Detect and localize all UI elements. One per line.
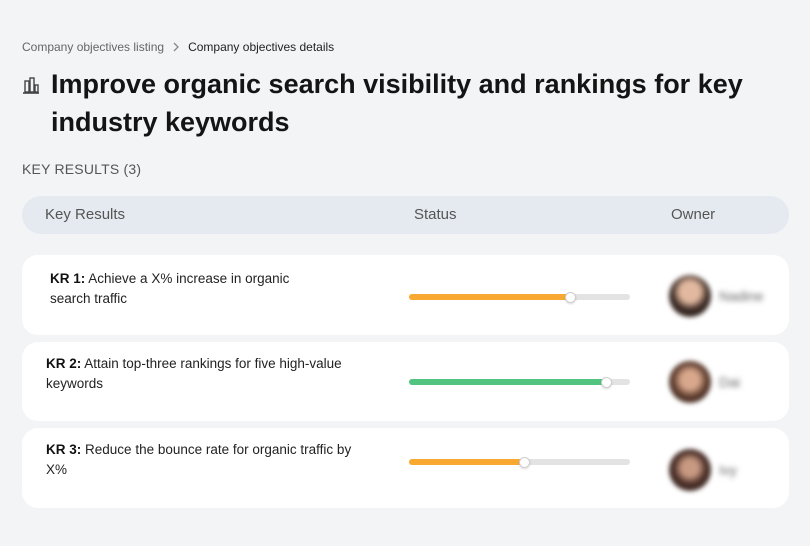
owner-name: Dai: [719, 374, 741, 390]
column-header-owner: Owner: [671, 206, 716, 223]
owner-name: Ivy: [719, 462, 737, 478]
chevron-right-icon: [172, 42, 180, 52]
progress-fill: [409, 294, 571, 300]
owner-name: Nadine: [719, 288, 764, 304]
key-result-row[interactable]: KR 3: Reduce the bounce rate for organic…: [22, 428, 789, 508]
key-result-text: KR 1: Achieve a X% increase in organic s…: [50, 269, 330, 309]
progress-fill: [409, 379, 606, 385]
progress-bar: [409, 292, 630, 303]
breadcrumb-current: Company objectives details: [188, 40, 335, 54]
key-result-description: Attain top-three rankings for five high-…: [46, 356, 342, 391]
progress-handle[interactable]: [565, 292, 577, 303]
progress-fill: [409, 459, 524, 465]
breadcrumb: Company objectives listing Company objec…: [22, 40, 334, 54]
key-result-text: KR 2: Attain top-three rankings for five…: [46, 354, 376, 394]
key-result-description: Reduce the bounce rate for organic traff…: [46, 442, 352, 477]
key-result-prefix: KR 3:: [46, 442, 82, 457]
building-chart-icon: [22, 75, 42, 95]
table-header: Key Results Status Owner: [22, 196, 789, 234]
column-header-key-results: Key Results: [45, 206, 126, 223]
column-header-status: Status: [414, 206, 457, 223]
page-title: Improve organic search visibility and ra…: [51, 69, 743, 137]
progress-bar: [409, 457, 630, 468]
progress-handle[interactable]: [600, 377, 612, 388]
breadcrumb-link-objectives-listing[interactable]: Company objectives listing: [22, 40, 164, 54]
avatar: [669, 275, 711, 317]
key-result-prefix: KR 1:: [50, 271, 86, 286]
key-result-row[interactable]: KR 1: Achieve a X% increase in organic s…: [22, 255, 789, 335]
avatar: [669, 449, 711, 491]
progress-bar: [409, 377, 630, 388]
key-result-prefix: KR 2:: [46, 356, 82, 371]
key-result-row[interactable]: KR 2: Attain top-three rankings for five…: [22, 342, 789, 421]
key-result-description: Achieve a X% increase in organic search …: [50, 271, 290, 306]
key-result-text: KR 3: Reduce the bounce rate for organic…: [46, 440, 356, 480]
objective-header: Improve organic search visibility and ra…: [22, 65, 751, 141]
key-results-count-label: KEY RESULTS (3): [22, 161, 142, 177]
progress-handle[interactable]: [518, 457, 530, 468]
avatar: [669, 361, 711, 403]
